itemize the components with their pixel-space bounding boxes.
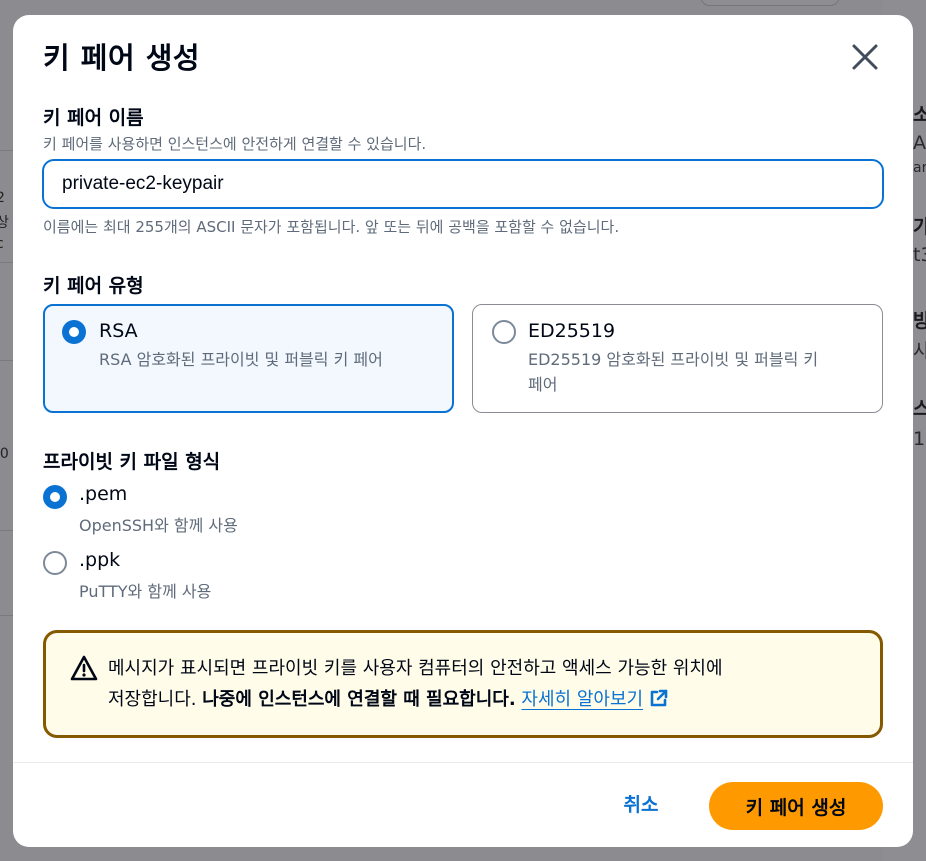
ed25519-radio[interactable]	[492, 320, 516, 344]
pem-radio[interactable]	[43, 485, 67, 509]
modal-title: 키 페어 생성	[43, 41, 201, 75]
private-key-format-label: 프라이빗 키 파일 형식	[43, 451, 221, 473]
key-type-ed25519-tile[interactable]: ED25519 ED25519 암호화된 프라이빗 및 퍼블릭 키 페어	[472, 304, 883, 413]
rsa-title: RSA	[99, 320, 138, 342]
alert-message: 메시지가 표시되면 프라이빗 키를 사용자 컴퓨터의 안전하고 액세스 가능한 …	[108, 653, 868, 715]
alert-line2-plain: 저장합니다.	[108, 689, 203, 710]
ed25519-description-line2: 페어	[528, 375, 558, 394]
alert-line2-bold: 나중에 인스턴스에 연결할 때 필요합니다.	[202, 689, 516, 710]
ed25519-title: ED25519	[528, 320, 616, 342]
create-key-pair-modal: 키 페어 생성 키 페어 이름 키 페어를 사용하면 인스턴스에 안전하게 연결…	[13, 15, 913, 847]
key-type-rsa-tile[interactable]: RSA RSA 암호화된 프라이빗 및 퍼블릭 키 페어	[43, 304, 454, 413]
background-fragment: 상	[0, 215, 9, 231]
background-fragment: 스	[913, 398, 926, 420]
close-button[interactable]	[849, 41, 881, 73]
ppk-description: PuTTY와 함께 사용	[79, 582, 212, 601]
background-fragment: 사	[913, 340, 926, 362]
ppk-title: .ppk	[79, 549, 121, 571]
background-search-bar	[700, 0, 840, 6]
ed25519-description-line1: ED25519 암호화된 프라이빗 및 퍼블릭 키	[528, 350, 819, 369]
background-fragment: 소	[913, 104, 926, 126]
background-fragment: i0	[0, 446, 9, 462]
key-pair-type-label: 키 페어 유형	[43, 275, 144, 297]
create-key-pair-button[interactable]: 키 페어 생성	[709, 782, 883, 830]
background-fragment: 방	[913, 310, 926, 332]
ppk-radio[interactable]	[43, 551, 67, 575]
key-pair-name-description: 키 페어를 사용하면 인스턴스에 안전하게 연결할 수 있습니다.	[43, 135, 427, 153]
pem-description: OpenSSH와 함께 사용	[79, 516, 238, 535]
key-pair-name-constraint: 이름에는 최대 255개의 ASCII 문자가 포함됩니다. 앞 또는 뒤에 공…	[43, 218, 620, 236]
alert-line1: 메시지가 표시되면 프라이빗 키를 사용자 컴퓨터의 안전하고 액세스 가능한 …	[108, 658, 723, 679]
background-fragment: t3	[913, 244, 926, 266]
warning-icon	[70, 655, 98, 681]
background-fragment: ar	[913, 160, 926, 176]
background-fragment: c	[0, 236, 4, 252]
background-left-panel: 2 상 c i0	[0, 0, 13, 861]
key-pair-name-label: 키 페어 이름	[43, 107, 144, 129]
key-pair-name-input[interactable]	[42, 159, 884, 209]
external-link-icon[interactable]	[649, 688, 669, 708]
background-fragment: 2	[0, 190, 5, 206]
footer-divider	[13, 762, 913, 763]
alert-line2: 저장합니다. 나중에 인스턴스에 연결할 때 필요합니다. 자세히 알아보기	[108, 684, 868, 715]
background-fragment: 가	[913, 216, 926, 238]
ed25519-description: ED25519 암호화된 프라이빗 및 퍼블릭 키 페어	[528, 347, 868, 397]
rsa-description: RSA 암호화된 프라이빗 및 퍼블릭 키 페어	[99, 350, 383, 369]
background-fragment: A	[913, 132, 926, 154]
learn-more-link[interactable]: 자세히 알아보기	[521, 689, 643, 710]
close-icon	[852, 44, 878, 70]
cancel-button[interactable]: 취소	[611, 787, 671, 823]
rsa-radio[interactable]	[62, 320, 86, 344]
warning-alert: 메시지가 표시되면 프라이빗 키를 사용자 컴퓨터의 안전하고 액세스 가능한 …	[43, 630, 883, 738]
pem-title: .pem	[79, 483, 128, 505]
background-fragment: 1	[913, 428, 926, 450]
